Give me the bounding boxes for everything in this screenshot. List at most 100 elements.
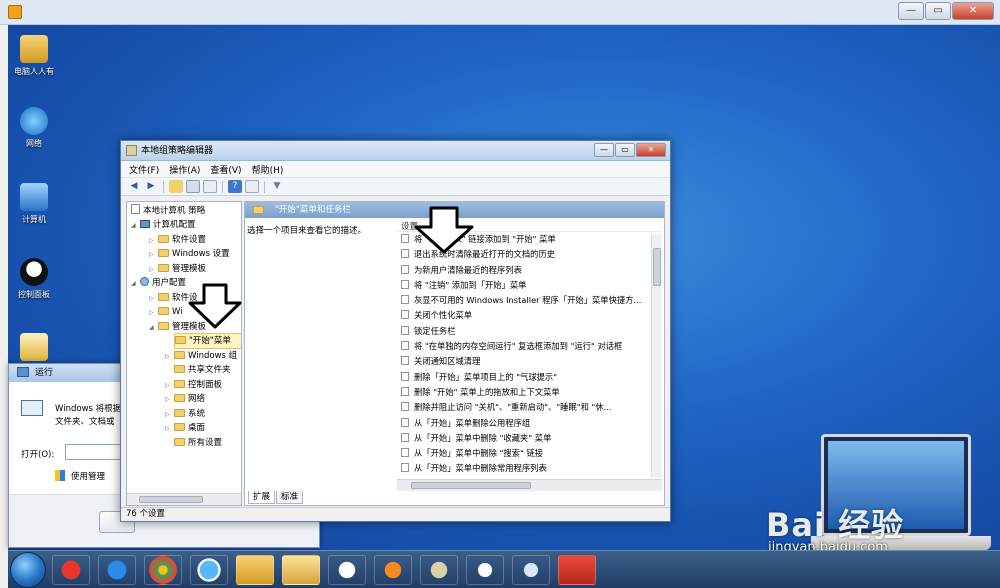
menu-help[interactable]: 帮助(H) bbox=[252, 163, 284, 176]
window-maximize-button[interactable]: ▭ bbox=[615, 143, 635, 157]
tree-item-admin-templates[interactable]: ▷ 管理模板 bbox=[149, 262, 206, 276]
expand-arrow-icon[interactable]: ▷ bbox=[149, 292, 158, 306]
run-window-icon[interactable] bbox=[512, 555, 550, 585]
expand-arrow-icon[interactable]: ▷ bbox=[165, 379, 174, 393]
setting-row[interactable]: 删除并阻止访问 "关机"、"重新启动"、"睡眠"和 "休... bbox=[397, 400, 662, 415]
setting-row[interactable]: 从「开始」菜单中删除 "搜索" 链接 bbox=[397, 446, 662, 461]
show-hide-tree-icon[interactable] bbox=[186, 180, 200, 193]
tree-item-label: Windows 设置 bbox=[172, 249, 230, 259]
toolbox-icon[interactable] bbox=[558, 555, 596, 585]
setting-row[interactable]: 从「开始」菜单中删除常用程序列表 bbox=[397, 461, 662, 476]
status-bar: 76 个设置 bbox=[121, 507, 670, 521]
desktop-icon-user[interactable]: 电脑人人有 bbox=[10, 35, 58, 77]
collapse-arrow-icon[interactable]: ◢ bbox=[149, 321, 158, 335]
tree-item-windows-settings[interactable]: ▷ Windows 设置 bbox=[149, 247, 230, 261]
up-folder-icon[interactable] bbox=[169, 180, 183, 193]
setting-row[interactable]: 灰显不可用的 Windows Installer 程序「开始」菜单快捷方... bbox=[397, 293, 662, 308]
expand-arrow-icon[interactable]: ▷ bbox=[165, 408, 174, 422]
pinwheel-icon[interactable] bbox=[328, 555, 366, 585]
start-button[interactable] bbox=[10, 552, 46, 588]
filter-icon[interactable]: ▼ bbox=[270, 180, 284, 193]
collapse-arrow-icon[interactable]: ◢ bbox=[131, 277, 140, 291]
window-minimize-button[interactable]: — bbox=[594, 143, 614, 157]
media-player-icon[interactable] bbox=[374, 555, 412, 585]
scroll-thumb[interactable] bbox=[653, 248, 661, 286]
expand-arrow-icon[interactable]: ▷ bbox=[149, 306, 158, 320]
expand-arrow-icon[interactable]: ▷ bbox=[149, 248, 158, 262]
scroll-thumb[interactable] bbox=[411, 482, 531, 489]
app-jiang-icon[interactable] bbox=[52, 555, 90, 585]
expand-arrow-icon[interactable]: ▷ bbox=[149, 234, 158, 248]
tree-item-label: 网络 bbox=[188, 394, 206, 404]
close-button[interactable]: ✕ bbox=[952, 2, 994, 20]
chrome-icon[interactable] bbox=[144, 555, 182, 585]
properties-icon[interactable] bbox=[245, 180, 259, 193]
menu-file[interactable]: 文件(F) bbox=[129, 163, 159, 176]
setting-row[interactable]: 为新用户清除最近的程序列表 bbox=[397, 263, 662, 278]
ie-icon[interactable] bbox=[98, 555, 136, 585]
setting-row[interactable]: 锁定任务栏 bbox=[397, 324, 662, 339]
maximize-button[interactable]: ▭ bbox=[925, 2, 951, 20]
window-close-button[interactable]: ✕ bbox=[636, 143, 666, 157]
expand-arrow-icon[interactable]: ▷ bbox=[165, 350, 174, 364]
tree-item-user-config[interactable]: ◢ 用户配置 bbox=[131, 276, 186, 290]
tree-item-computer-config[interactable]: ◢ 计算机配置 bbox=[131, 218, 196, 232]
computer-icon bbox=[140, 220, 150, 228]
tree-item-network[interactable]: ▷ 网络 bbox=[165, 392, 205, 406]
run-description: Windows 将根据 bbox=[55, 404, 122, 414]
sticky-notes-icon[interactable] bbox=[236, 555, 274, 585]
forward-arrow-icon[interactable]: ▶ bbox=[144, 180, 158, 193]
open-input[interactable] bbox=[65, 444, 125, 460]
tree-item-system[interactable]: ▷ 系统 bbox=[165, 407, 205, 421]
setting-row[interactable]: 删除 "开始" 菜单上的拖放和上下文菜单 bbox=[397, 385, 662, 400]
expand-arrow-icon[interactable]: ▷ bbox=[165, 422, 174, 436]
collapse-arrow-icon[interactable]: ◢ bbox=[131, 219, 140, 233]
taskbar bbox=[8, 550, 1000, 588]
qq-browser-icon[interactable] bbox=[190, 555, 228, 585]
expand-arrow-icon[interactable]: ▷ bbox=[149, 263, 158, 277]
tree-item-start-menu[interactable]: "开始"菜单 bbox=[174, 333, 241, 349]
outer-titlebar: — ▭ ✕ bbox=[0, 0, 1000, 25]
setting-row[interactable]: 从「开始」菜单中删除 "收藏夹" 菜单 bbox=[397, 431, 662, 446]
desktop-icon-network[interactable]: 网络 bbox=[10, 107, 58, 149]
user-icon bbox=[140, 277, 149, 286]
menu-view[interactable]: 查看(V) bbox=[210, 163, 241, 176]
tree-item-all-settings[interactable]: 所有设置 bbox=[165, 436, 222, 450]
explorer-icon[interactable] bbox=[282, 555, 320, 585]
policy-setting-icon bbox=[401, 279, 409, 289]
tree-item-software-settings[interactable]: ▷ 软件设置 bbox=[149, 233, 206, 247]
scroll-thumb[interactable] bbox=[139, 496, 203, 503]
setting-row[interactable]: 将 "在单独的内存空间运行" 复选框添加到 "运行" 对话框 bbox=[397, 339, 662, 354]
help-icon[interactable]: ? bbox=[228, 180, 242, 193]
folder-icon bbox=[174, 394, 185, 402]
tree-item-desktop[interactable]: ▷ 桌面 bbox=[165, 421, 205, 435]
tree-item-control-panel[interactable]: ▷ 控制面板 bbox=[165, 378, 222, 392]
tab-standard[interactable]: 标准 bbox=[276, 491, 304, 504]
tree-item-windows-components[interactable]: ▷ Windows 组 bbox=[165, 349, 237, 363]
policy-setting-icon bbox=[401, 325, 409, 335]
menu-action[interactable]: 操作(A) bbox=[169, 163, 200, 176]
tab-extended[interactable]: 扩展 bbox=[248, 491, 276, 504]
toolbar-separator bbox=[222, 180, 223, 193]
desktop-icon-control-panel[interactable]: 控制面板 bbox=[10, 258, 58, 300]
settings-horizontal-scrollbar[interactable] bbox=[397, 479, 662, 491]
tree-item-shared-folders[interactable]: 共享文件夹 bbox=[165, 363, 231, 377]
minimize-button[interactable]: — bbox=[898, 2, 924, 20]
setting-row[interactable]: 关闭个性化菜单 bbox=[397, 308, 662, 323]
desktop-icon-computer[interactable]: 计算机 bbox=[10, 183, 58, 225]
export-list-icon[interactable] bbox=[203, 180, 217, 193]
setting-row[interactable]: 从「开始」菜单删除公用程序组 bbox=[397, 416, 662, 431]
tree-item-root[interactable]: 本地计算机 策略 bbox=[131, 204, 205, 218]
expand-arrow-icon[interactable]: ▷ bbox=[165, 393, 174, 407]
desktop-icon-media[interactable] bbox=[10, 333, 58, 364]
tree-item-user-windows[interactable]: ▷ Wi bbox=[149, 305, 183, 319]
setting-row[interactable]: 删除「开始」菜单项目上的 "气球提示" bbox=[397, 370, 662, 385]
back-arrow-icon[interactable]: ◀ bbox=[127, 180, 141, 193]
setting-row[interactable]: 将 "注销" 添加到「开始」菜单 bbox=[397, 278, 662, 293]
settings-vertical-scrollbar[interactable] bbox=[651, 234, 662, 477]
tree-horizontal-scrollbar[interactable] bbox=[127, 493, 241, 505]
folder-icon bbox=[158, 249, 169, 257]
setting-row[interactable]: 关闭通知区域清理 bbox=[397, 354, 662, 369]
paint-icon[interactable] bbox=[420, 555, 458, 585]
app-cube-icon[interactable] bbox=[466, 555, 504, 585]
